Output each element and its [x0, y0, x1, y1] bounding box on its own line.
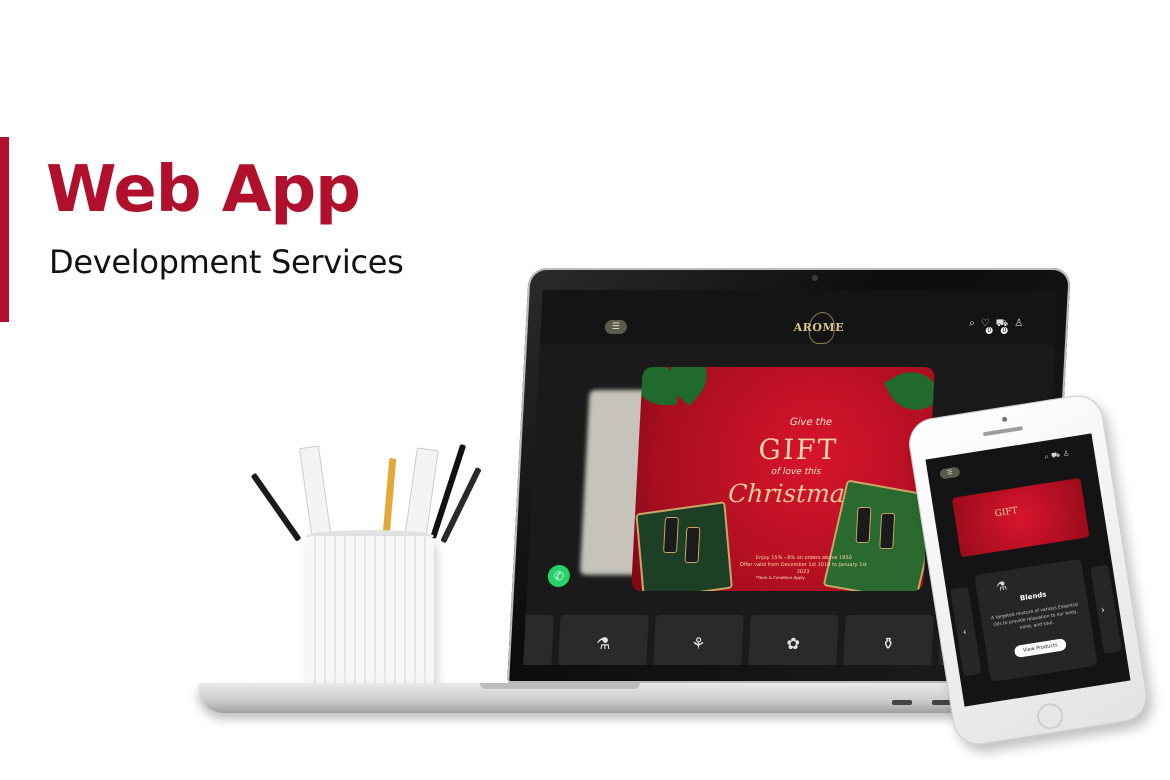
product-bottle — [855, 507, 872, 543]
product-bottle — [684, 527, 701, 563]
bottle-icon[interactable]: ⚱ — [842, 615, 934, 665]
header-icons: ⌕⛟♙ — [1044, 449, 1073, 462]
banner-script: Christmas — [727, 479, 859, 508]
carousel-next-card[interactable] — [1090, 564, 1122, 655]
page-subtitle: Development Services — [49, 243, 404, 281]
diffuser-icon: ⚗ — [995, 578, 1009, 595]
phone-screen: ☰ ⌕⛟♙ GIFT ‹ ⚗ Blends A targeted mixture… — [925, 433, 1131, 707]
hero-banner[interactable]: Give the GIFT of love this Christmas Enj… — [631, 367, 935, 591]
banner-terms: *Term & Condition Apply — [755, 575, 805, 580]
cart-count-badge: 0 — [1000, 327, 1008, 334]
laptop-notch — [480, 683, 640, 689]
offer-line-2: Offer valid from December 1st 2019 to Ja… — [739, 562, 868, 575]
accent-bar — [0, 137, 9, 322]
pencil-holder — [306, 536, 434, 691]
laptop-port — [892, 700, 912, 705]
banner-kicker: Give the — [789, 417, 833, 428]
site-logo[interactable]: AROME — [790, 308, 848, 348]
bath-icon[interactable]: ⚘ — [652, 615, 744, 665]
phone-camera — [1001, 416, 1008, 423]
holly-leaf — [883, 367, 935, 422]
wishlist-count-badge: 0 — [985, 327, 993, 334]
user-icon[interactable]: ♙ — [1062, 449, 1072, 458]
gift-icon[interactable]: ✿ — [747, 615, 839, 665]
diffuser-icon[interactable]: ⚗ — [557, 615, 649, 665]
whatsapp-icon[interactable]: ✆ — [547, 565, 571, 587]
gift-box — [635, 501, 733, 591]
hero-banner[interactable] — [951, 477, 1090, 558]
laptop-camera — [812, 275, 818, 281]
user-icon[interactable]: ♙ — [1014, 318, 1030, 329]
hamburger-icon[interactable]: ☰ — [939, 466, 961, 480]
product-bottle — [663, 517, 679, 553]
category-tile[interactable] — [523, 615, 554, 665]
phone-speaker — [982, 426, 1024, 437]
site-header: ☰ AROME ⌕♡⛟♙ 0 0 — [539, 290, 1058, 348]
product-bottle — [879, 513, 896, 549]
offer-line-1: Enjoy 15% - 8% on orders above 1950 — [755, 555, 852, 561]
home-button[interactable] — [1035, 701, 1066, 732]
hamburger-icon[interactable]: ☰ — [604, 320, 628, 334]
header-icons: ⌕♡⛟♙ — [969, 318, 1030, 331]
search-icon[interactable]: ⌕ — [969, 318, 981, 329]
banner-offer: Enjoy 15% - 8% on orders above 1950 Offe… — [738, 555, 869, 576]
ruler — [299, 445, 332, 542]
pencil — [250, 472, 302, 542]
banner-title: GIFT — [757, 433, 839, 466]
page-title: Web App — [46, 153, 361, 227]
banner-subtitle: of love this — [771, 467, 822, 477]
